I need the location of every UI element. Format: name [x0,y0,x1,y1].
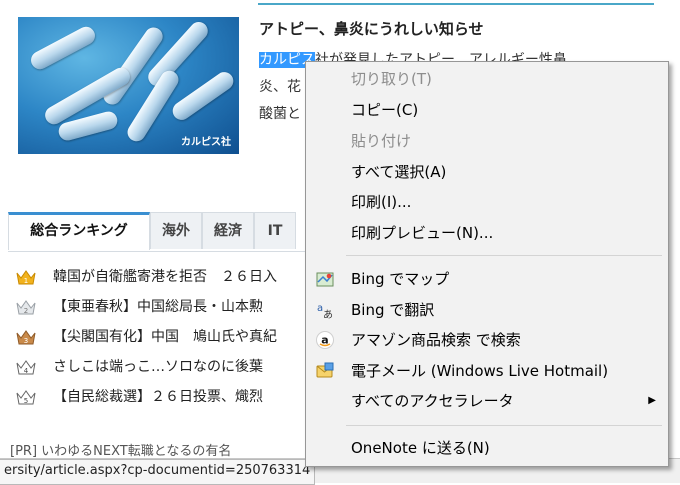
svg-text:あ: あ [323,309,333,319]
menu-item-label: 印刷(I)... [351,193,412,211]
menu-item-amazon-search[interactable]: a アマゾン商品検索 で検索 [306,326,668,354]
top-divider [258,3,654,5]
crown-rank-2-icon: 2 [16,300,36,315]
ranking-item[interactable]: 2 【東亜春秋】中国総局長・山本勲 [16,292,312,322]
image-credit: カルピス社 [181,137,231,148]
ranking-item-text[interactable]: 韓国が自衛艦寄港を拒否 ２６日入 [53,262,277,292]
tab-economy[interactable]: 経済 [202,212,254,249]
menu-item-send-to-onenote[interactable]: OneNote に送る(N) [306,434,668,462]
context-menu: 切り取り(T) コピー(C) 貼り付け すべて選択(A) 印刷(I)... 印刷… [305,61,669,467]
menu-separator [346,425,662,426]
ranking-item[interactable]: 4 さしこは端っこ…ソロなのに後葉 [16,352,312,382]
menu-item-label: すべて選択(A) [351,163,447,181]
menu-item-label: 切り取り(T) [351,70,432,88]
ranking-tabs: 総合ランキング 海外 経済 IT [8,212,308,252]
menu-item-copy[interactable]: コピー(C) [306,96,668,124]
translate-icon: a あ [317,303,333,319]
tab-overseas[interactable]: 海外 [150,212,202,249]
crown-rank-1-label: 1 [24,277,28,285]
menu-item-label: Bing で翻訳 [351,301,435,319]
ranking-item-text[interactable]: 【東亜春秋】中国総局長・山本勲 [53,292,263,322]
ranking-item[interactable]: 3 【尖閣国有化】中国 鳩山氏や真紀 [16,322,312,352]
menu-item-label: 印刷プレビュー(N)... [351,224,494,242]
crown-rank-5-label: 5 [24,397,28,405]
ranking-item[interactable]: 1 韓国が自衛艦寄港を拒否 ２６日入 [16,262,312,292]
tab-it[interactable]: IT [254,212,296,249]
tab-overall-ranking[interactable]: 総合ランキング [8,212,150,250]
crown-rank-1-icon: 1 [16,270,36,285]
article-title[interactable]: アトピー、鼻炎にうれしい知らせ [259,18,484,39]
menu-item-bing-map[interactable]: Bing でマップ [306,265,668,293]
crown-rank-4-label: 4 [24,367,29,375]
menu-item-label: アマゾン商品検索 で検索 [351,331,521,349]
ranking-item-text[interactable]: さしこは端っこ…ソロなのに後葉 [53,352,263,382]
menu-item-label: コピー(C) [351,101,419,119]
menu-item-select-all[interactable]: すべて選択(A) [306,158,668,186]
crown-rank-4-icon: 4 [16,360,36,375]
menu-item-print[interactable]: 印刷(I)... [306,188,668,216]
menu-item-bing-translate[interactable]: a あ Bing で翻訳 [306,296,668,324]
menu-item-label: 電子メール (Windows Live Hotmail) [351,362,609,380]
menu-item-label: 貼り付け [351,132,412,150]
menu-item-paste[interactable]: 貼り付け [306,127,668,155]
status-url: ersity/article.aspx?cp-documentid=250763… [0,459,316,485]
submenu-arrow-icon: ▶ [648,395,656,406]
ranking-item-text[interactable]: 【自民総裁選】２６日投票、熾烈 [53,382,263,412]
menu-item-label: Bing でマップ [351,270,450,288]
crown-rank-2-label: 2 [24,307,28,315]
pr-link[interactable]: [PR] いわゆるNEXT転職となるの有名 [10,440,231,459]
menu-item-label: OneNote に送る(N) [351,439,490,457]
ranking-list: 1 韓国が自衛艦寄港を拒否 ２６日入 2 【東亜春秋】中国総局長・山本勲 3 【… [16,262,312,412]
crown-rank-5-icon: 5 [16,390,36,405]
menu-item-print-preview[interactable]: 印刷プレビュー(N)... [306,219,668,247]
ranking-item[interactable]: 5 【自民総裁選】２６日投票、熾烈 [16,382,312,412]
mail-icon [316,362,334,378]
map-icon [316,272,334,287]
menu-item-label: すべてのアクセラレータ [351,392,514,410]
article-image[interactable]: カルピス社 [18,17,239,154]
crown-rank-3-icon: 3 [16,330,36,345]
ranking-item-text[interactable]: 【尖閣国有化】中国 鳩山氏や真紀 [53,322,277,352]
menu-item-all-accelerators[interactable]: すべてのアクセラレータ ▶ [306,387,668,415]
menu-item-cut[interactable]: 切り取り(T) [306,65,668,93]
menu-separator [346,255,662,256]
menu-item-email-hotmail[interactable]: 電子メール (Windows Live Hotmail) [306,357,668,385]
tab-divider [8,251,308,252]
crown-rank-3-label: 3 [24,337,28,345]
amazon-icon: a [316,331,334,349]
